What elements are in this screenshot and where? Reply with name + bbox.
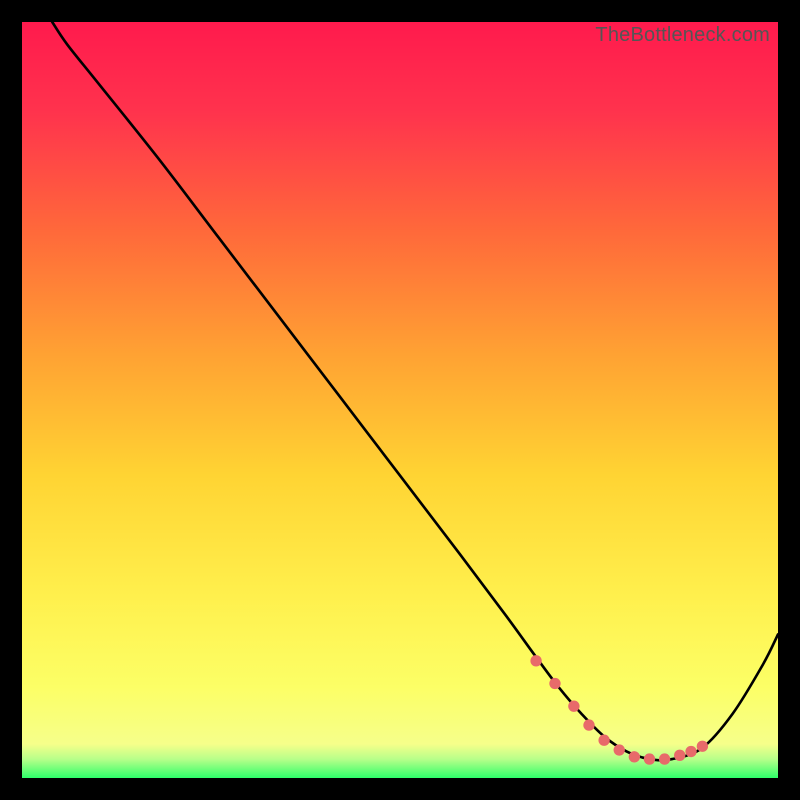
highlight-dot bbox=[685, 746, 696, 757]
chart-frame: TheBottleneck.com bbox=[0, 0, 800, 800]
highlight-dot bbox=[697, 741, 708, 752]
highlight-dot bbox=[629, 751, 640, 762]
highlight-dot bbox=[659, 753, 670, 764]
bottleneck-curve-path bbox=[52, 22, 778, 760]
highlight-dot bbox=[614, 744, 625, 755]
highlight-markers bbox=[530, 655, 708, 765]
highlight-dot bbox=[530, 655, 541, 666]
chart-svg bbox=[22, 22, 778, 778]
highlight-dot bbox=[549, 678, 560, 689]
plot-area: TheBottleneck.com bbox=[22, 22, 778, 778]
highlight-dot bbox=[598, 735, 609, 746]
highlight-dot bbox=[568, 701, 579, 712]
highlight-dot bbox=[674, 750, 685, 761]
highlight-dot bbox=[644, 753, 655, 764]
highlight-dot bbox=[583, 719, 594, 730]
